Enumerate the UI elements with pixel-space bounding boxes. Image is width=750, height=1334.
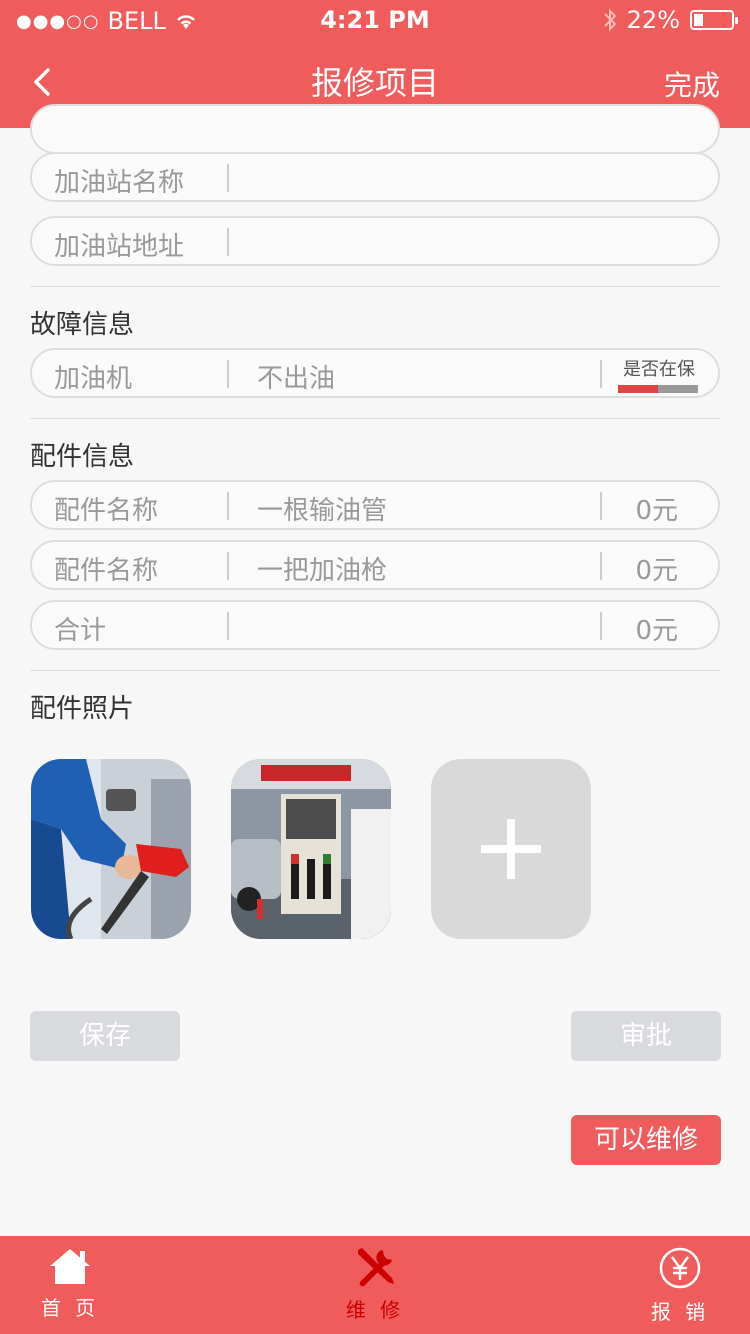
fault-section-title: 故障信息 [30,310,135,340]
bluetooth-icon [603,8,617,32]
tab-repair[interactable]: 维 修 [325,1246,425,1323]
tab-bar: 首 页 维 修 报 销 [0,1236,750,1334]
total-label: 合计 [54,616,107,646]
field-divider [600,552,602,580]
fault-device-label: 加油机 [54,364,133,394]
fault-field[interactable]: 加油机 不出油 是否在保 [30,348,720,398]
tab-home-label: 首 页 [40,1296,100,1320]
battery-icon [690,10,738,30]
fuel-nozzle-image [31,759,191,939]
warranty-switch[interactable] [618,385,700,393]
photos-section-title: 配件照片 [30,694,135,724]
field-divider [227,360,229,388]
field-divider [227,612,229,640]
save-button[interactable]: 保存 [30,1011,180,1061]
tab-repair-label: 维 修 [345,1298,405,1322]
approve-button[interactable]: 审批 [571,1011,721,1061]
warranty-label: 是否在保 [623,359,695,380]
yen-icon [659,1247,701,1289]
status-bar: ●●●○○ BELL 4:21 PM 22% [0,0,750,40]
station-address-field[interactable]: 加油站地址 [30,216,720,266]
part-price: 0元 [635,556,678,586]
part-name: 一根输油管 [257,496,388,526]
part-row[interactable]: 配件名称 一把加油枪 0元 [30,540,720,590]
done-button[interactable]: 完成 [664,64,720,104]
tab-reimburse-label: 报 销 [650,1300,710,1324]
field-divider [227,552,229,580]
field-scrolled-off[interactable] [30,104,720,154]
divider [30,670,720,671]
wrench-screwdriver-icon [358,1248,394,1287]
part-price: 0元 [635,496,678,526]
warranty-toggle[interactable]: 是否在保 [618,355,700,393]
part-row[interactable]: 配件名称 一根输油管 0元 [30,480,720,530]
field-divider [600,360,602,388]
tab-home[interactable]: 首 页 [20,1246,120,1321]
page-title: 报修项目 [310,64,439,102]
parts-section-title: 配件信息 [30,442,135,472]
part-photo-fuel-pump[interactable] [231,759,391,939]
part-name: 一把加油枪 [257,556,388,586]
field-divider [600,492,602,520]
tab-reimburse[interactable]: 报 销 [630,1246,730,1325]
station-name-label: 加油站名称 [54,168,185,198]
part-photo-fuel-nozzle[interactable] [31,759,191,939]
add-photo-button[interactable] [431,759,591,939]
divider [30,418,720,419]
field-divider [227,492,229,520]
fuel-pump-image [231,759,391,939]
field-divider [600,612,602,640]
total-price: 0元 [635,616,678,646]
battery-percent: 22% [626,6,680,34]
field-divider [227,228,229,256]
divider [30,286,720,287]
field-divider [227,164,229,192]
fault-description: 不出油 [257,364,336,394]
part-label: 配件名称 [54,496,159,526]
parts-total-row: 合计 0元 [30,600,720,650]
repairable-button[interactable]: 可以维修 [571,1115,721,1165]
part-label: 配件名称 [54,556,159,586]
home-icon [50,1249,90,1284]
station-name-field[interactable]: 加油站名称 [30,152,720,202]
station-address-label: 加油站地址 [54,232,185,262]
